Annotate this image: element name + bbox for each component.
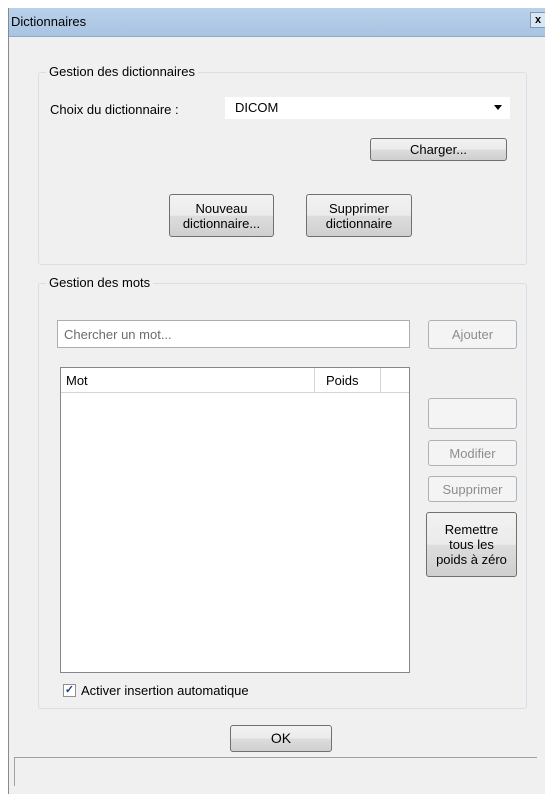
column-header-weight[interactable]: Poids xyxy=(315,368,381,393)
reset-weights-line2: tous les xyxy=(449,537,494,552)
dictionary-select[interactable]: DICOM xyxy=(225,97,510,119)
auto-insert-label: Activer insertion automatique xyxy=(81,683,249,698)
word-group-title: Gestion des mots xyxy=(46,275,154,290)
auto-insert-option[interactable]: ✓ Activer insertion automatique xyxy=(63,683,249,698)
reset-weights-button[interactable]: Remettre tous les poids à zéro xyxy=(426,512,517,577)
window-title: Dictionnaires xyxy=(11,14,87,29)
reset-weights-line1: Remettre xyxy=(444,522,499,537)
load-button[interactable]: Charger... xyxy=(370,138,507,161)
dictionary-group-title: Gestion des dictionnaires xyxy=(46,64,198,79)
ok-button[interactable]: OK xyxy=(230,725,332,752)
title-bar[interactable]: Dictionnaires x xyxy=(9,8,545,37)
delete-dictionary-line2: dictionnaire xyxy=(325,215,393,231)
close-icon[interactable]: x xyxy=(530,12,545,28)
delete-dictionary-button[interactable]: Supprimer dictionnaire xyxy=(306,194,412,237)
new-dictionary-line2: dictionnaire... xyxy=(182,215,261,231)
search-word-field[interactable] xyxy=(57,320,410,348)
new-dictionary-button[interactable]: Nouveau dictionnaire... xyxy=(169,194,274,237)
selected-dictionary: DICOM xyxy=(235,100,279,115)
dictionary-choice-label: Choix du dictionnaire : xyxy=(50,102,179,117)
blank-button[interactable] xyxy=(428,398,517,429)
auto-insert-checkbox[interactable]: ✓ xyxy=(63,684,76,697)
delete-word-button[interactable]: Supprimer xyxy=(428,476,517,502)
column-header-filler xyxy=(381,368,409,393)
modify-word-button[interactable]: Modifier xyxy=(428,440,517,466)
status-bar xyxy=(14,757,537,786)
column-header-word[interactable]: Mot xyxy=(61,368,315,393)
new-dictionary-line1: Nouveau xyxy=(195,200,248,216)
chevron-down-icon xyxy=(494,105,502,110)
reset-weights-line3: poids à zéro xyxy=(436,552,507,567)
word-list[interactable]: Mot Poids xyxy=(60,367,410,673)
list-header: Mot Poids xyxy=(61,368,409,393)
search-input[interactable] xyxy=(58,321,409,347)
delete-dictionary-line1: Supprimer xyxy=(329,200,389,216)
add-word-button[interactable]: Ajouter xyxy=(428,320,517,349)
